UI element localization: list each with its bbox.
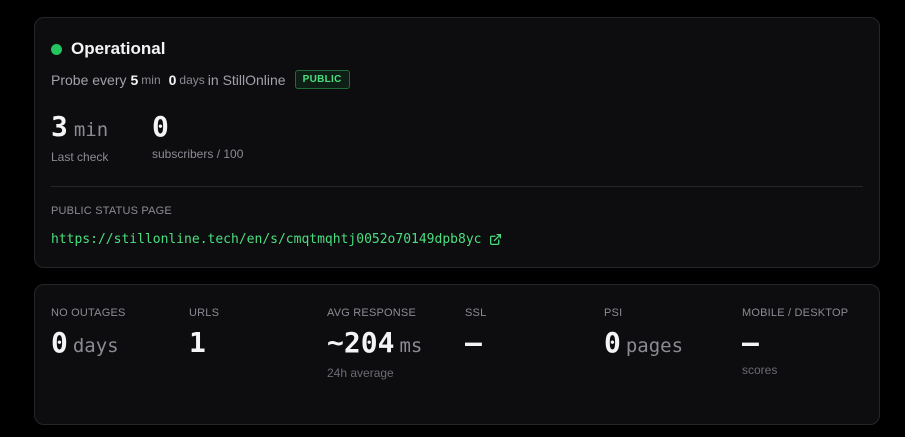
public-badge: PUBLIC [294, 70, 350, 89]
stat-value: 0 [51, 326, 68, 359]
stat-header: MOBILE / DESKTOP [742, 307, 849, 319]
stat-header: PSI [604, 307, 623, 319]
public-status-url[interactable]: https://stillonline.tech/en/s/cmqtmqhtj0… [51, 232, 481, 247]
stat-unit: pages [625, 335, 684, 357]
stat-value-row: 0 pages [604, 326, 683, 363]
stat-value: 0 [604, 326, 621, 359]
stat-value-row: ~204 ms [327, 326, 422, 363]
probe-interval-unit: min [141, 72, 161, 87]
subscribers-value: 0 [152, 110, 169, 143]
stat-subtext: scores [742, 363, 778, 377]
probe-interval-value: 5 [130, 71, 139, 88]
external-link-icon[interactable] [489, 233, 502, 246]
stat-psi: PSI 0 pages [604, 307, 683, 363]
public-status-page-label: PUBLIC STATUS PAGE [51, 205, 172, 217]
stat-mobile-desktop: MOBILE / DESKTOP — scores [742, 307, 848, 377]
stat-value: — [742, 326, 759, 359]
stat-header: URLS [189, 307, 220, 319]
public-status-link[interactable]: https://stillonline.tech/en/s/cmqtmqhtj0… [51, 232, 502, 247]
status-title: Operational [71, 39, 166, 58]
subscribers-metric: 0 subscribers / 100 [152, 110, 243, 161]
stat-value: — [465, 326, 482, 359]
subscribers-label: subscribers / 100 [152, 147, 244, 161]
stat-value: 1 [189, 326, 206, 359]
stat-unit: ms [399, 335, 423, 357]
status-card: Operational Probe every 5 min 0 days in … [34, 17, 880, 268]
stat-subtext: 24h average [327, 366, 394, 380]
stat-unit: days [72, 335, 119, 357]
probe-info: Probe every 5 min 0 days in StillOnline … [51, 70, 350, 89]
stat-urls: URLS 1 [189, 307, 219, 360]
days-value: 0 [168, 71, 177, 88]
stat-no-outages: NO OUTAGES 0 days [51, 307, 126, 363]
stat-avg-response: AVG RESPONSE ~204 ms 24h average [327, 307, 422, 380]
stat-header: NO OUTAGES [51, 307, 126, 319]
divider [51, 186, 863, 187]
stat-header: SSL [465, 307, 487, 319]
stat-ssl: SSL — [465, 307, 486, 360]
status-title-row: Operational [51, 39, 165, 59]
stat-value-row: 0 days [51, 326, 126, 363]
days-unit: days [179, 72, 205, 87]
workspace-text: in StillOnline [207, 71, 286, 88]
stat-value: ~204 [327, 326, 395, 359]
last-check-metric: 3 min Last check [51, 110, 108, 164]
probe-prefix: Probe every [51, 71, 127, 88]
status-indicator-dot [51, 43, 62, 55]
stats-card: NO OUTAGES 0 days URLS 1 AVG RESPONSE ~20… [34, 284, 880, 425]
last-check-unit: min [73, 119, 109, 141]
stat-header: AVG RESPONSE [327, 307, 416, 319]
last-check-value: 3 [51, 110, 68, 143]
last-check-value-row: 3 min [51, 110, 108, 147]
last-check-label: Last check [51, 150, 109, 164]
